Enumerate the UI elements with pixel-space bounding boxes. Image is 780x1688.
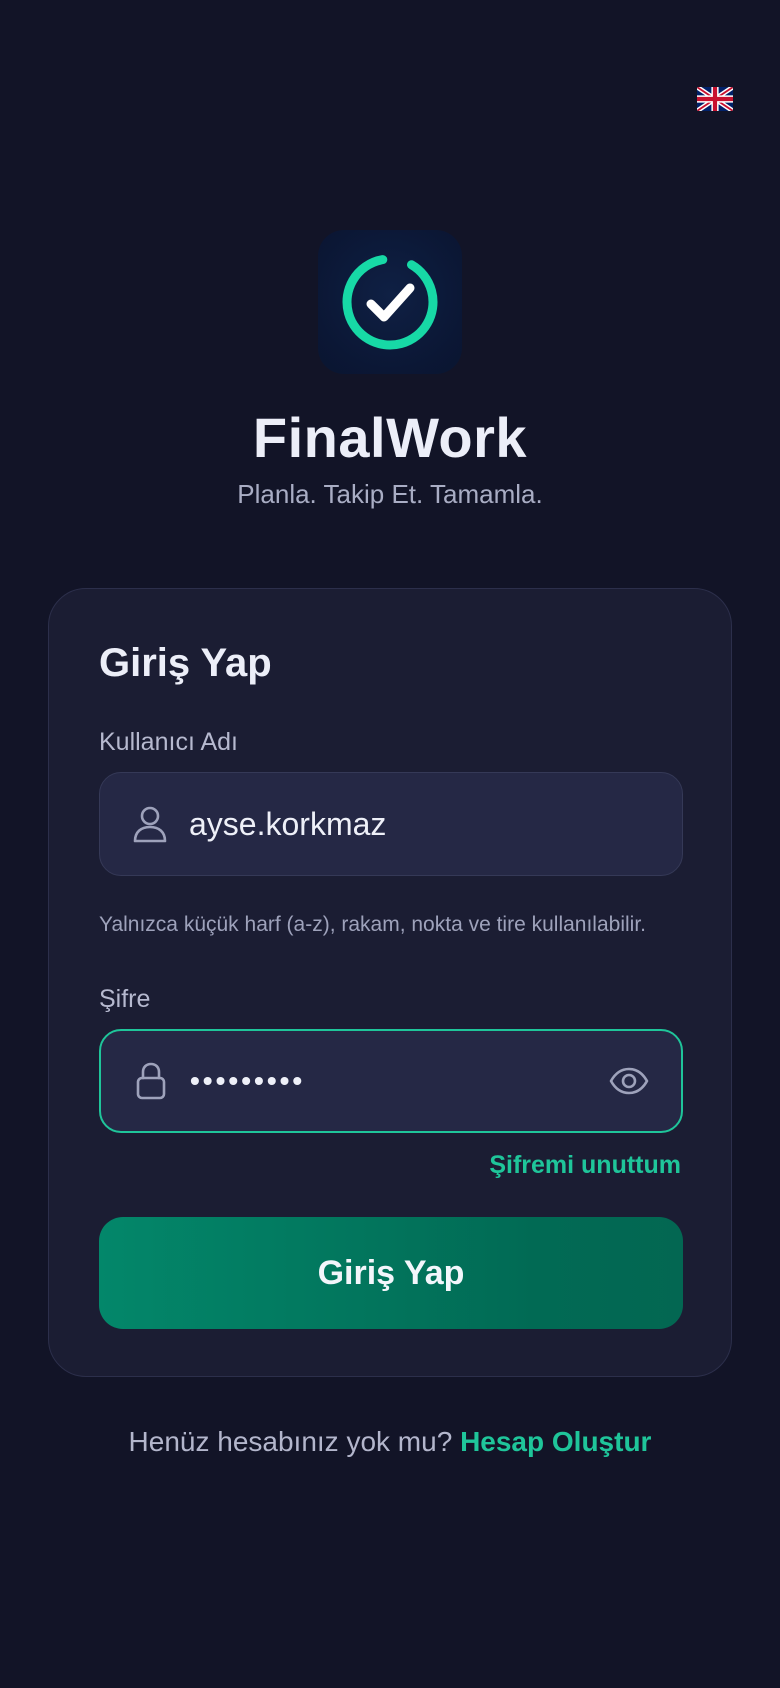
password-field[interactable]: ••••••••• bbox=[99, 1029, 683, 1133]
login-card: Giriş Yap Kullanıcı Adı ayse.korkmaz Yal… bbox=[48, 588, 732, 1377]
signup-prompt: Henüz hesabınız yok mu? bbox=[128, 1426, 453, 1457]
username-field[interactable]: ayse.korkmaz bbox=[99, 772, 683, 876]
create-account-link[interactable]: Hesap Oluştur bbox=[460, 1426, 651, 1457]
app-tagline: Planla. Takip Et. Tamamla. bbox=[237, 479, 543, 510]
login-screen: FinalWork Planla. Takip Et. Tamamla. Gir… bbox=[0, 0, 780, 1688]
user-icon bbox=[130, 804, 170, 844]
username-hint: Yalnızca küçük harf (a-z), rakam, nokta … bbox=[99, 913, 646, 936]
app-title: FinalWork bbox=[252, 406, 528, 469]
app-logo bbox=[318, 230, 462, 374]
password-value[interactable]: ••••••••• bbox=[190, 1065, 607, 1097]
uk-flag-icon bbox=[697, 87, 733, 111]
login-button[interactable]: Giriş Yap bbox=[99, 1217, 683, 1329]
signup-row: Henüz hesabınız yok mu? Hesap Oluştur bbox=[0, 1426, 780, 1458]
card-title: Giriş Yap bbox=[99, 641, 272, 685]
language-switcher[interactable] bbox=[697, 86, 733, 112]
lock-icon bbox=[131, 1061, 171, 1101]
show-password-toggle[interactable] bbox=[607, 1059, 651, 1103]
username-label: Kullanıcı Adı bbox=[99, 728, 238, 756]
username-value[interactable]: ayse.korkmaz bbox=[189, 806, 652, 843]
eye-icon bbox=[609, 1067, 649, 1095]
password-label: Şifre bbox=[99, 985, 151, 1013]
brand-header: FinalWork Planla. Takip Et. Tamamla. bbox=[0, 230, 780, 510]
forgot-password-link[interactable]: Şifremi unuttum bbox=[489, 1151, 681, 1180]
check-circle-icon bbox=[342, 254, 438, 350]
